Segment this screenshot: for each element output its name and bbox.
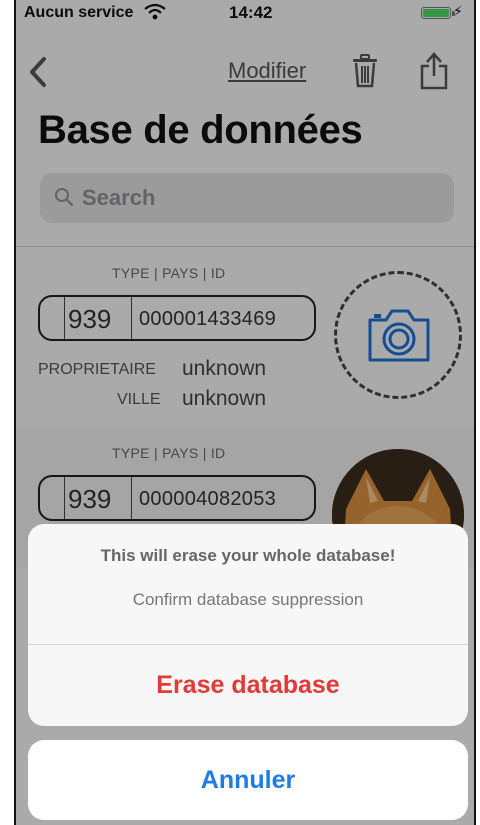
alert-message: This will erase your whole database! — [100, 546, 396, 565]
phone-screen: Aucun service 14:42 ⚡ Modifier Base de d… — [14, 0, 476, 825]
alert-detail: Confirm database suppression — [132, 590, 364, 609]
action-sheet: This will erase your whole database! Con… — [28, 524, 468, 726]
erase-database-button[interactable]: Erase database — [28, 645, 468, 726]
cancel-button[interactable]: Annuler — [28, 740, 468, 820]
